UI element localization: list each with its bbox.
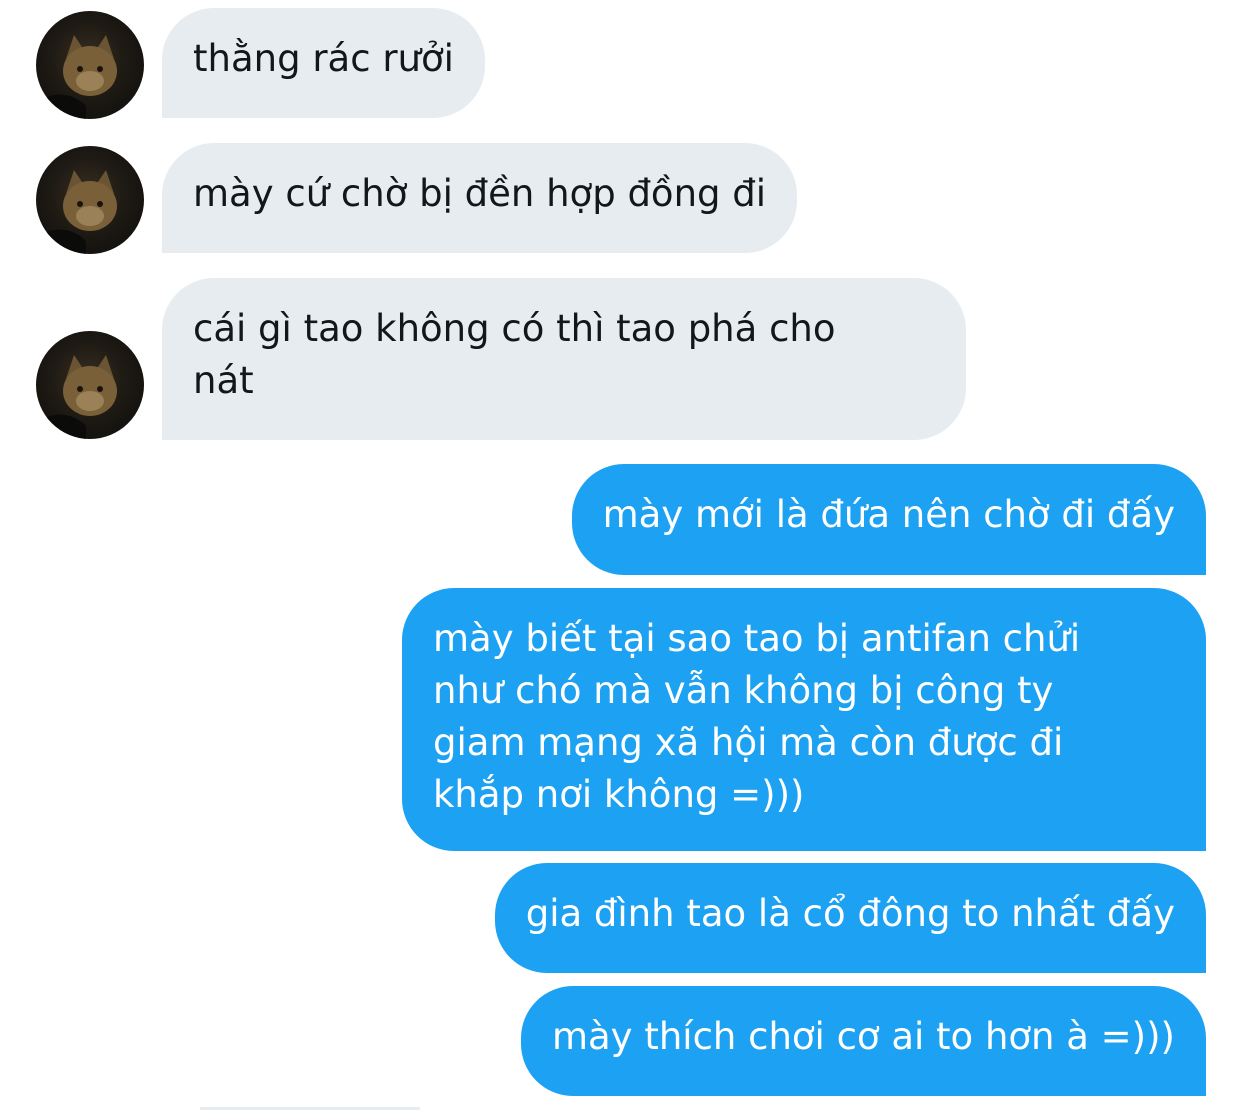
incoming-message-bubble[interactable]: mày cứ chờ bị đền hợp đồng đi bbox=[162, 143, 798, 253]
incoming-message-bubble[interactable]: thằng rác rưởi bbox=[162, 8, 485, 118]
incoming-message-bubble[interactable]: cái gì tao không có thì tao phá cho nát bbox=[162, 278, 966, 440]
outgoing-message-bubble[interactable]: mày biết tại sao tao bị antifan chửi như… bbox=[402, 588, 1206, 851]
message-text: mày thích chơi cơ ai to hơn à =))) bbox=[551, 1015, 1175, 1058]
message-line: giam mạng xã hội mà còn được đi bbox=[433, 721, 1064, 764]
cat-avatar-icon[interactable] bbox=[36, 11, 144, 119]
outgoing-message-bubble[interactable]: mày mới là đứa nên chờ đi đấy bbox=[571, 464, 1206, 575]
message-line: khắp nơi không =))) bbox=[433, 773, 805, 816]
message-text: gia đình tao là cổ đông to nhất đấy bbox=[525, 892, 1175, 935]
outgoing-message-bubble[interactable]: mày thích chơi cơ ai to hơn à =))) bbox=[520, 986, 1206, 1096]
message-text: mày mới là đứa nên chờ đi đấy bbox=[602, 493, 1175, 536]
message-line: mày biết tại sao tao bị antifan chửi bbox=[433, 617, 1081, 660]
cat-avatar-icon[interactable] bbox=[36, 146, 144, 254]
message-thread: thằng rác rưởi mày cứ chờ bị đền hợp đồn… bbox=[0, 0, 1242, 1110]
message-line: như chó mà vẫn không bị công ty bbox=[433, 669, 1054, 712]
message-line: nát bbox=[193, 359, 254, 402]
cat-avatar-icon[interactable] bbox=[36, 331, 144, 439]
outgoing-message-bubble[interactable]: gia đình tao là cổ đông to nhất đấy bbox=[494, 863, 1206, 973]
message-text: thằng rác rưởi bbox=[193, 37, 454, 80]
message-line: cái gì tao không có thì tao phá cho bbox=[193, 307, 836, 350]
message-text: mày cứ chờ bị đền hợp đồng đi bbox=[193, 172, 767, 215]
